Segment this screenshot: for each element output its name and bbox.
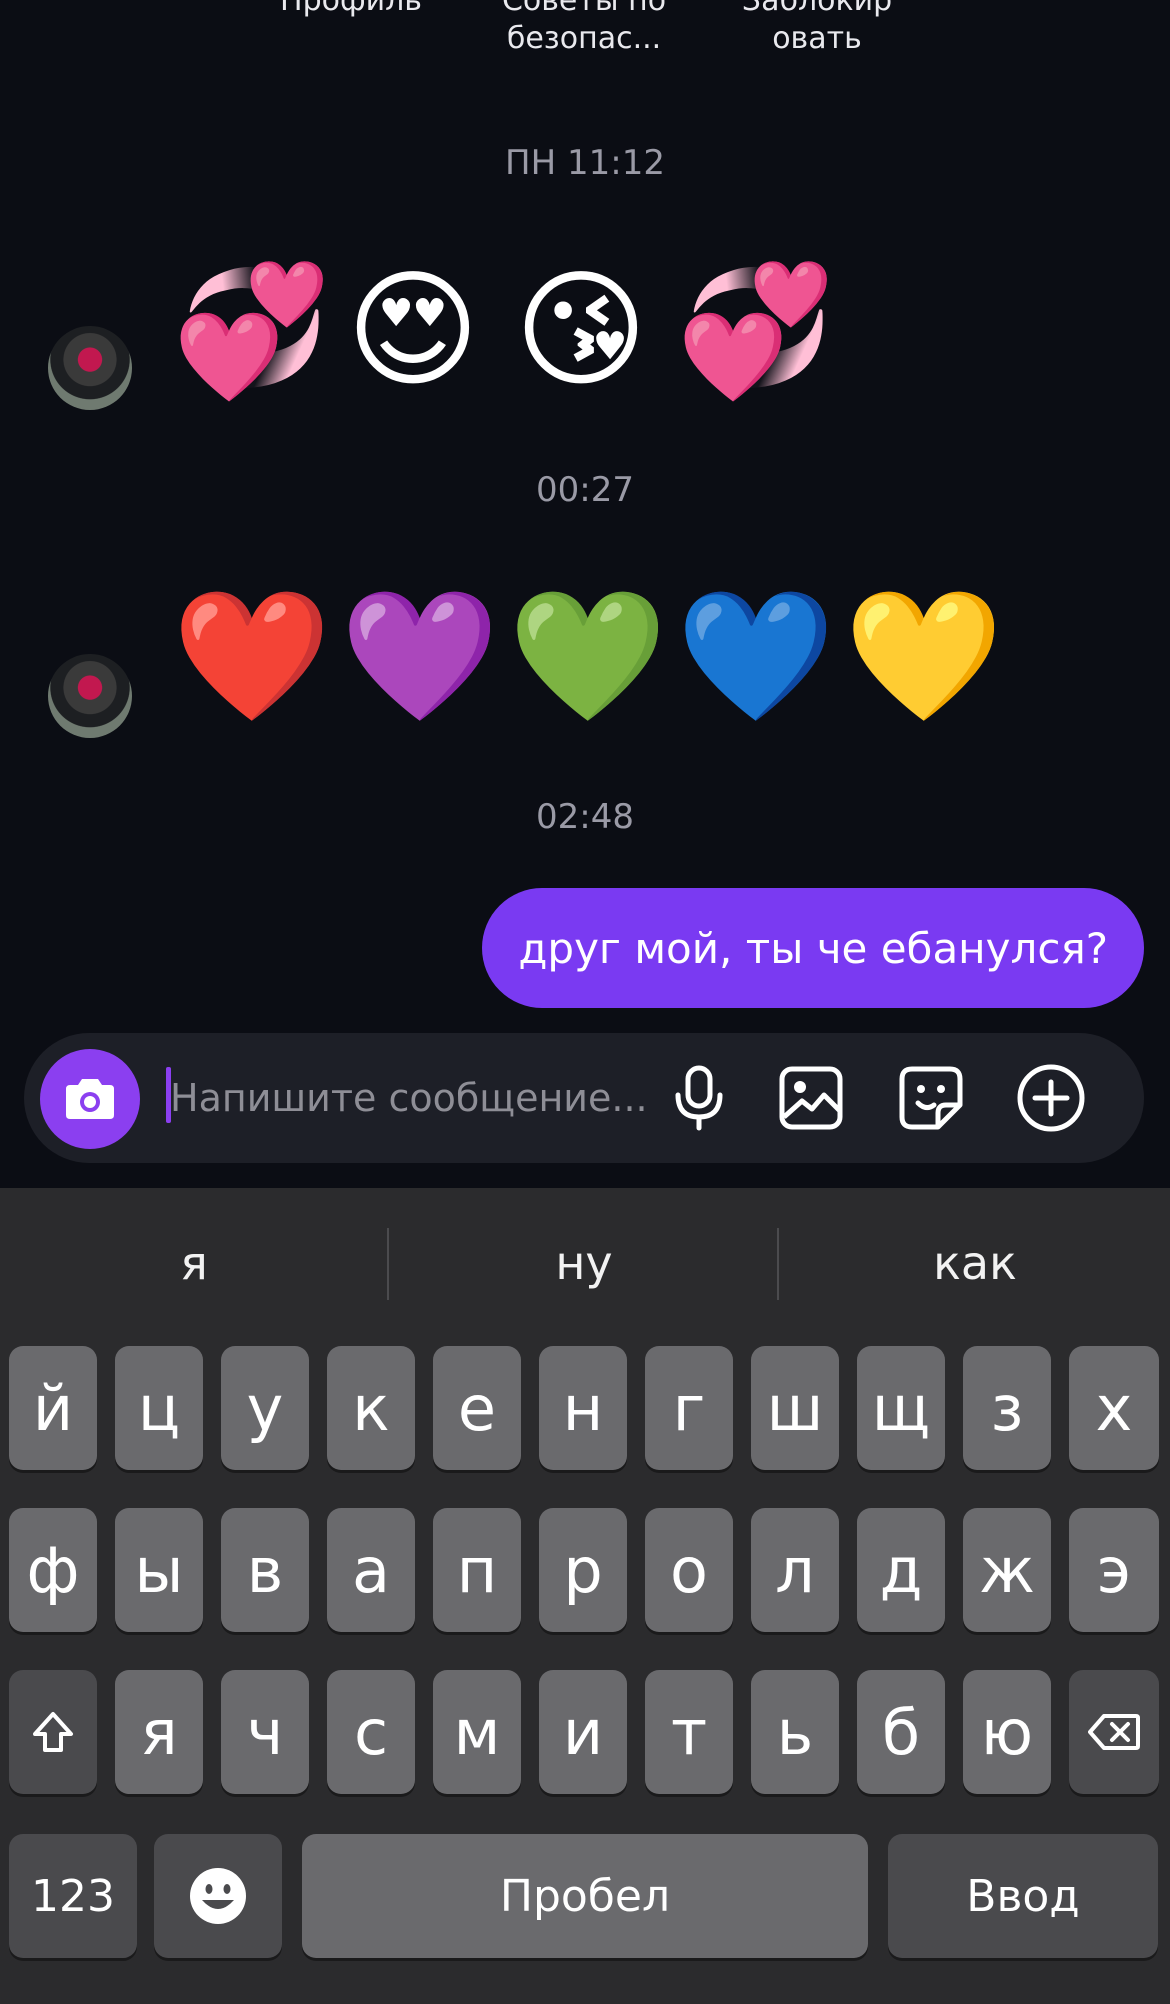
emoji-key[interactable] — [154, 1834, 282, 1958]
emoji-icon — [190, 1868, 246, 1924]
suggestion-divider — [387, 1228, 389, 1300]
keyboard-row-4: 123 Пробел Ввод — [0, 1834, 1170, 1958]
key[interactable]: а — [327, 1508, 415, 1632]
key[interactable]: ю — [963, 1670, 1051, 1794]
key[interactable]: й — [9, 1346, 97, 1470]
block-action[interactable]: Заблокир овать — [712, 0, 922, 58]
keyboard-row-2: ф ы в а п р о л д ж э — [0, 1508, 1170, 1632]
contact-avatar[interactable] — [48, 654, 132, 738]
keyboard-row-3: я ч с м и т ь б ю — [0, 1670, 1170, 1794]
suggestion-divider — [777, 1228, 779, 1300]
key[interactable]: ч — [221, 1670, 309, 1794]
shift-icon — [33, 1712, 73, 1752]
key[interactable]: е — [433, 1346, 521, 1470]
blue-heart-emoji: 💙 — [676, 582, 836, 731]
heart-eyes-emoji: 😍 — [346, 256, 480, 405]
two-hearts-emoji: 💞 — [172, 256, 332, 405]
key[interactable]: о — [645, 1508, 733, 1632]
suggestion-item[interactable]: ну — [390, 1188, 778, 1338]
key[interactable]: в — [221, 1508, 309, 1632]
more-options-button[interactable] — [1016, 1063, 1086, 1133]
purple-heart-emoji: 💜 — [340, 582, 500, 731]
green-heart-emoji: 💚 — [508, 582, 668, 731]
blowing-kiss-emoji: 😘 — [514, 256, 648, 405]
sticker-button[interactable] — [896, 1063, 966, 1133]
message-composer — [24, 1033, 1144, 1163]
outgoing-message-bubble[interactable]: друг мой, ты че ебанулся? — [482, 888, 1144, 1008]
key[interactable]: г — [645, 1346, 733, 1470]
keyboard-row-1: й ц у к е н г ш щ з х — [0, 1346, 1170, 1470]
key[interactable]: х — [1069, 1346, 1159, 1470]
red-heart-emoji: ❤️ — [172, 582, 332, 731]
plus-circle-icon — [1017, 1064, 1085, 1132]
key[interactable]: п — [433, 1508, 521, 1632]
yellow-heart-emoji: 💛 — [844, 582, 1004, 731]
shift-key[interactable] — [9, 1670, 97, 1794]
incoming-emoji-message[interactable]: ❤️ 💜 💚 💙 💛 — [172, 582, 1004, 732]
return-key[interactable]: Ввод — [888, 1834, 1158, 1958]
microphone-icon — [675, 1065, 723, 1131]
incoming-emoji-message[interactable]: 💞 😍 😘 💞 — [172, 256, 836, 406]
message-timestamp: ПН 11:12 — [505, 143, 665, 183]
suggestion-item[interactable]: я — [0, 1188, 388, 1338]
key[interactable]: щ — [857, 1346, 945, 1470]
key[interactable]: и — [539, 1670, 627, 1794]
safety-tips-action[interactable]: Советы по безопас... — [474, 0, 694, 58]
message-timestamp: 00:27 — [536, 470, 634, 510]
key[interactable]: б — [857, 1670, 945, 1794]
key[interactable]: д — [857, 1508, 945, 1632]
contact-avatar[interactable] — [48, 326, 132, 410]
sticker-icon — [899, 1066, 963, 1130]
space-key[interactable]: Пробел — [302, 1834, 868, 1958]
key[interactable]: з — [963, 1346, 1051, 1470]
suggestion-item[interactable]: как — [780, 1188, 1170, 1338]
conversation-actions: Профиль Советы по безопас... Заблокир ов… — [0, 0, 1170, 80]
camera-icon — [66, 1079, 114, 1119]
onscreen-keyboard: я ну как й ц у к е н г ш щ з х ф ы в а п… — [0, 1188, 1170, 2004]
gallery-button[interactable] — [776, 1063, 846, 1133]
image-icon — [779, 1066, 843, 1130]
backspace-key[interactable] — [1069, 1670, 1159, 1794]
backspace-icon — [1088, 1714, 1140, 1750]
key[interactable]: н — [539, 1346, 627, 1470]
key[interactable]: э — [1069, 1508, 1159, 1632]
camera-button[interactable] — [40, 1049, 140, 1149]
key[interactable]: у — [221, 1346, 309, 1470]
key[interactable]: л — [751, 1508, 839, 1632]
key[interactable]: ш — [751, 1346, 839, 1470]
key[interactable]: ы — [115, 1508, 203, 1632]
key[interactable]: ь — [751, 1670, 839, 1794]
microphone-button[interactable] — [664, 1063, 734, 1133]
key[interactable]: с — [327, 1670, 415, 1794]
keyboard-suggestions: я ну как — [0, 1188, 1170, 1338]
key[interactable]: ж — [963, 1508, 1051, 1632]
key[interactable]: к — [327, 1346, 415, 1470]
key[interactable]: р — [539, 1508, 627, 1632]
key[interactable]: ф — [9, 1508, 97, 1632]
key[interactable]: я — [115, 1670, 203, 1794]
two-hearts-emoji: 💞 — [676, 256, 836, 405]
message-input[interactable] — [168, 1061, 652, 1135]
message-timestamp: 02:48 — [536, 797, 634, 837]
key[interactable]: ц — [115, 1346, 203, 1470]
numbers-key[interactable]: 123 — [9, 1834, 137, 1958]
key[interactable]: м — [433, 1670, 521, 1794]
profile-action[interactable]: Профиль — [246, 0, 456, 20]
key[interactable]: т — [645, 1670, 733, 1794]
